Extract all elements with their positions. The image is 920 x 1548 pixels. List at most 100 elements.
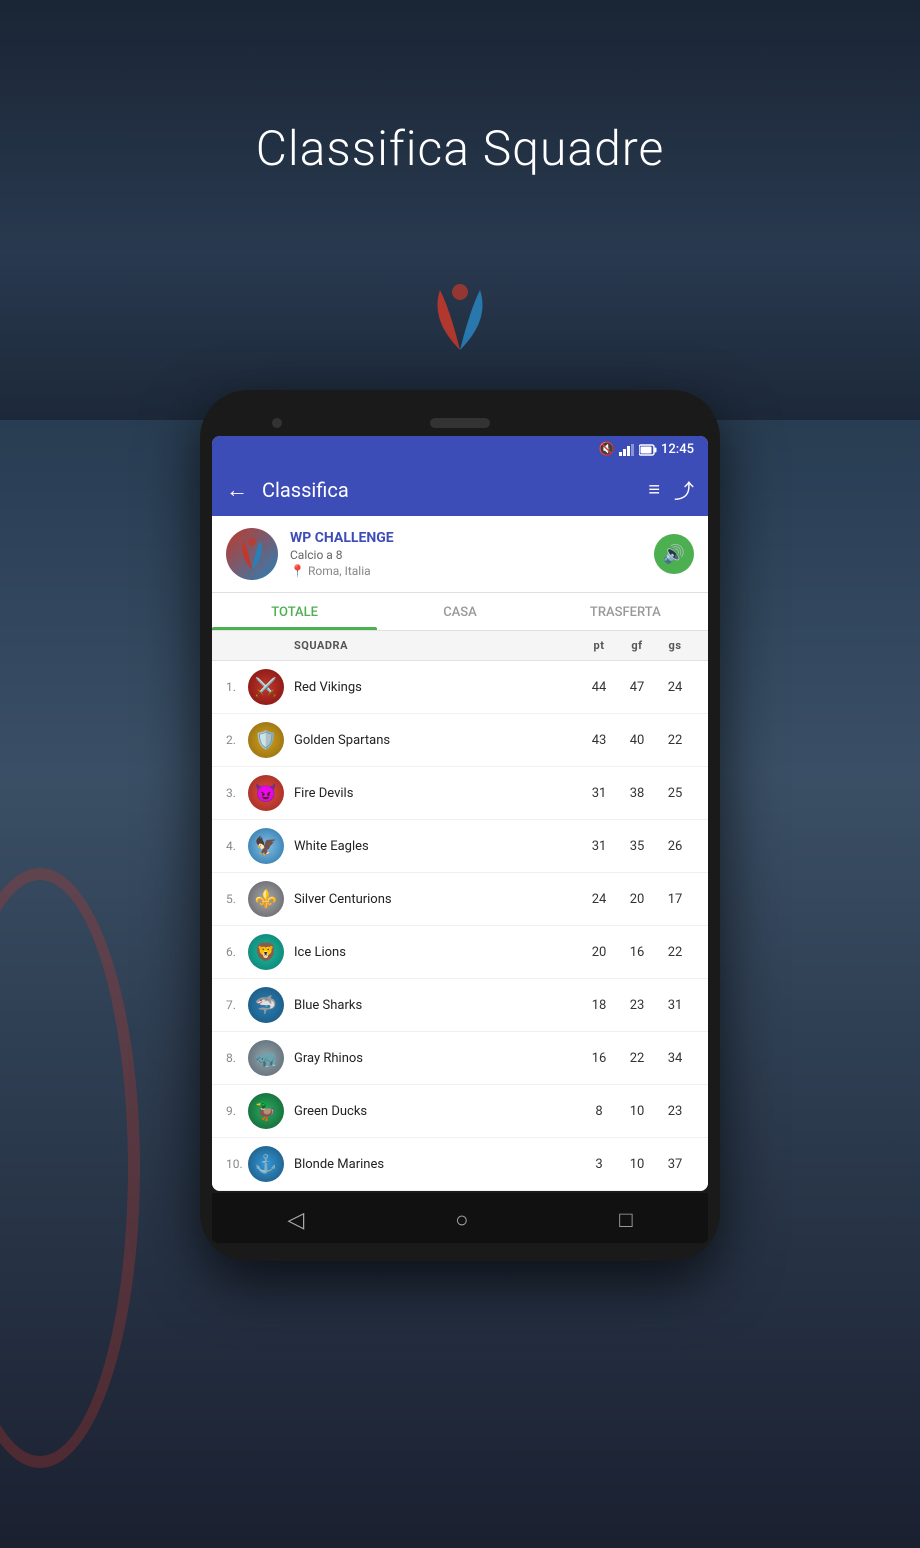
table-row[interactable]: 1. ⚔️ Red Vikings 44 47 24	[212, 661, 708, 714]
team-gs: 37	[656, 1157, 694, 1172]
team-gf: 35	[618, 839, 656, 854]
team-name: Green Ducks	[294, 1104, 580, 1119]
tabs-bar: TOTALE CASA TRASFERTA	[212, 593, 708, 631]
battery-icon	[639, 444, 657, 456]
team-pt: 3	[580, 1157, 618, 1172]
league-location: 📍 Roma, Italia	[290, 564, 642, 578]
team-rank: 8.	[226, 1051, 248, 1065]
team-logo: 🦏	[248, 1040, 284, 1076]
team-name: Gray Rhinos	[294, 1051, 580, 1066]
tab-trasferta[interactable]: TRASFERTA	[543, 593, 708, 630]
team-rank: 6.	[226, 945, 248, 959]
share-icon[interactable]: ⤴	[674, 475, 694, 504]
tab-totale[interactable]: TOTALE	[212, 593, 377, 630]
th-gs: gs	[656, 639, 694, 652]
team-rank: 3.	[226, 786, 248, 800]
signal-icon	[619, 444, 635, 456]
team-pt: 24	[580, 892, 618, 907]
tab-casa[interactable]: CASA	[377, 593, 542, 630]
team-gf: 22	[618, 1051, 656, 1066]
mute-icon: 🔇	[599, 442, 615, 457]
league-header: WP CHALLENGE Calcio a 8 📍 Roma, Italia 🔊	[212, 516, 708, 593]
league-logo-area	[410, 270, 510, 374]
team-gf: 10	[618, 1104, 656, 1119]
status-bar: 🔇 12:45	[212, 436, 708, 463]
team-logo: 🦅	[248, 828, 284, 864]
team-logo: 🦆	[248, 1093, 284, 1129]
team-pt: 44	[580, 680, 618, 695]
team-pt: 8	[580, 1104, 618, 1119]
team-logo: 🛡️	[248, 722, 284, 758]
menu-icon[interactable]: ≡	[648, 477, 660, 502]
team-logo: 🦈	[248, 987, 284, 1023]
team-rank: 9.	[226, 1104, 248, 1118]
league-info: WP CHALLENGE Calcio a 8 📍 Roma, Italia	[290, 530, 642, 578]
app-bar-title: Classifica	[262, 478, 634, 502]
nav-recents-button[interactable]: □	[619, 1207, 632, 1233]
league-name: WP CHALLENGE	[290, 530, 642, 546]
phone-top	[212, 418, 708, 428]
team-rank: 7.	[226, 998, 248, 1012]
team-rank: 5.	[226, 892, 248, 906]
team-logo: 🦁	[248, 934, 284, 970]
team-rank: 10.	[226, 1157, 248, 1171]
team-name: Silver Centurions	[294, 892, 580, 907]
team-logo: ⚓	[248, 1146, 284, 1182]
team-gf: 20	[618, 892, 656, 907]
team-name: Fire Devils	[294, 786, 580, 801]
location-pin-icon: 📍	[290, 564, 305, 578]
table-row[interactable]: 2. 🛡️ Golden Spartans 43 40 22	[212, 714, 708, 767]
team-gf: 23	[618, 998, 656, 1013]
phone-speaker	[430, 418, 490, 428]
team-name: Golden Spartans	[294, 733, 580, 748]
status-icons: 🔇 12:45	[599, 442, 694, 457]
team-name: Blue Sharks	[294, 998, 580, 1013]
table-row[interactable]: 3. 😈 Fire Devils 31 38 25	[212, 767, 708, 820]
th-squadra: SQUADRA	[294, 639, 580, 652]
phone-nav-bar: ◁ ○ □	[212, 1193, 708, 1243]
team-rank: 4.	[226, 839, 248, 853]
team-name: Ice Lions	[294, 945, 580, 960]
team-gf: 40	[618, 733, 656, 748]
team-gs: 26	[656, 839, 694, 854]
notify-button[interactable]: 🔊	[654, 534, 694, 574]
team-gs: 22	[656, 945, 694, 960]
page-title: Classifica Squadre	[0, 120, 920, 177]
notify-icon: 🔊	[663, 544, 685, 565]
back-button[interactable]: ←	[226, 477, 248, 503]
app-bar-icons: ≡ ⤴	[648, 475, 694, 504]
app-bar: ← Classifica ≡ ⤴	[212, 463, 708, 516]
team-logo: ⚔️	[248, 669, 284, 705]
table-row[interactable]: 4. 🦅 White Eagles 31 35 26	[212, 820, 708, 873]
th-pt: pt	[580, 639, 618, 652]
status-time: 12:45	[661, 442, 694, 457]
phone-screen: 🔇 12:45 ← Classifica ≡	[212, 436, 708, 1191]
table-row[interactable]: 10. ⚓ Blonde Marines 3 10 37	[212, 1138, 708, 1191]
team-pt: 20	[580, 945, 618, 960]
phone-shell: 🔇 12:45 ← Classifica ≡	[200, 390, 720, 1261]
th-gf: gf	[618, 639, 656, 652]
nav-back-button[interactable]: ◁	[287, 1208, 304, 1233]
team-rows-container: 1. ⚔️ Red Vikings 44 47 24 2. 🛡️ Golden …	[212, 661, 708, 1191]
team-pt: 43	[580, 733, 618, 748]
table-header: SQUADRA pt gf gs	[212, 631, 708, 661]
league-sub: Calcio a 8	[290, 548, 642, 562]
table-row[interactable]: 6. 🦁 Ice Lions 20 16 22	[212, 926, 708, 979]
team-gf: 38	[618, 786, 656, 801]
table-row[interactable]: 5. ⚜️ Silver Centurions 24 20 17	[212, 873, 708, 926]
table-row[interactable]: 8. 🦏 Gray Rhinos 16 22 34	[212, 1032, 708, 1085]
team-rank: 2.	[226, 733, 248, 747]
team-pt: 31	[580, 839, 618, 854]
league-logo	[226, 528, 278, 580]
team-pt: 31	[580, 786, 618, 801]
team-gf: 10	[618, 1157, 656, 1172]
team-gs: 31	[656, 998, 694, 1013]
team-pt: 16	[580, 1051, 618, 1066]
phone-camera	[272, 418, 282, 428]
table-row[interactable]: 7. 🦈 Blue Sharks 18 23 31	[212, 979, 708, 1032]
nav-home-button[interactable]: ○	[455, 1207, 468, 1233]
table-row[interactable]: 9. 🦆 Green Ducks 8 10 23	[212, 1085, 708, 1138]
team-gf: 47	[618, 680, 656, 695]
team-gf: 16	[618, 945, 656, 960]
team-name: Red Vikings	[294, 680, 580, 695]
